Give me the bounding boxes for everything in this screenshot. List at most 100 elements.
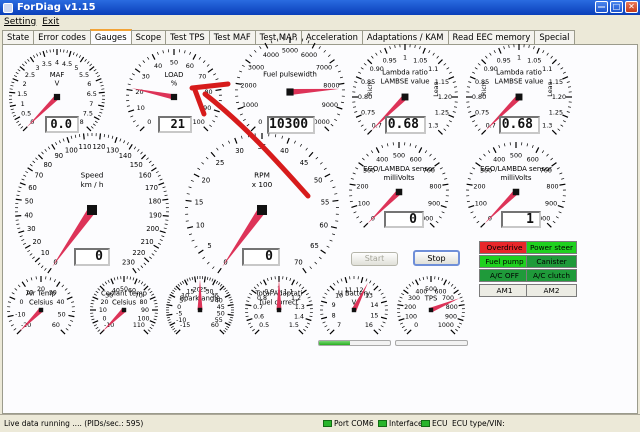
scale-label: 1000 xyxy=(438,322,454,329)
major-tick xyxy=(21,281,26,288)
title-bar: ForDiag v1.15 — □ ✕ xyxy=(0,0,640,15)
minor-tick xyxy=(555,216,559,219)
needle-hub xyxy=(170,93,178,101)
minor-tick xyxy=(433,157,436,161)
minor-tick xyxy=(441,277,444,282)
minor-tick xyxy=(27,58,30,62)
minor-tick xyxy=(107,134,110,138)
minor-tick xyxy=(18,186,22,189)
major-tick xyxy=(18,230,25,234)
minor-tick xyxy=(560,67,564,70)
minor-tick xyxy=(447,281,451,285)
major-tick xyxy=(344,277,348,284)
minor-tick xyxy=(483,153,486,157)
minor-tick xyxy=(566,81,570,83)
major-tick xyxy=(185,199,192,202)
major-tick xyxy=(149,296,156,300)
start-button[interactable]: Start xyxy=(351,252,398,266)
minor-tick xyxy=(29,253,33,256)
minor-tick xyxy=(162,186,166,189)
major-tick xyxy=(397,304,404,307)
major-tick xyxy=(184,279,188,286)
scale-label: 0.75 xyxy=(475,109,489,117)
scale-label: 90 xyxy=(141,307,149,314)
interface-label: Interface xyxy=(389,419,423,428)
minor-tick xyxy=(58,140,61,144)
minor-tick xyxy=(24,61,28,64)
ecu-type-label: ECU type/VIN: xyxy=(452,419,505,428)
minor-tick xyxy=(68,324,72,327)
minor-tick xyxy=(498,144,501,149)
minor-tick xyxy=(15,72,19,75)
minor-tick xyxy=(295,281,299,285)
ego-gauge-1-readout: 0 xyxy=(384,211,424,228)
menu-setting[interactable]: Setting xyxy=(4,17,36,27)
minor-tick xyxy=(151,293,155,296)
minimize-button[interactable]: — xyxy=(595,1,608,13)
scale-label: 55 xyxy=(321,198,330,206)
close-button[interactable]: ✕ xyxy=(625,1,638,13)
minor-tick xyxy=(270,276,273,280)
minor-tick xyxy=(249,293,253,296)
scale-label: 60 xyxy=(319,221,328,229)
minor-tick xyxy=(259,281,263,285)
interface-indicator: Interface xyxy=(378,419,423,428)
minor-tick xyxy=(256,283,260,287)
status-am1: AM1 xyxy=(479,284,530,297)
minor-tick xyxy=(113,277,116,281)
major-tick xyxy=(159,230,166,234)
scale-label: 400 xyxy=(493,155,505,163)
scale-label: 7.5 xyxy=(83,110,93,118)
scale-label: 7 xyxy=(337,322,341,329)
minor-tick xyxy=(411,281,415,285)
scale-label: 220 xyxy=(132,249,145,257)
minor-tick xyxy=(336,280,339,284)
minor-tick xyxy=(252,328,255,332)
minor-tick xyxy=(149,256,152,259)
minor-tick xyxy=(408,283,412,287)
major-tick xyxy=(210,151,216,158)
major-tick xyxy=(351,205,358,209)
major-tick xyxy=(373,285,379,291)
minor-tick xyxy=(46,50,48,54)
major-tick xyxy=(557,205,564,209)
scale-label: 4.5 xyxy=(62,60,72,68)
major-tick xyxy=(34,257,40,263)
minor-tick xyxy=(314,261,318,265)
major-tick xyxy=(330,226,337,229)
scale-label: 50 xyxy=(314,177,323,185)
minor-tick xyxy=(202,60,206,64)
major-tick xyxy=(151,167,157,172)
minor-tick xyxy=(13,328,17,331)
minor-tick xyxy=(399,296,403,299)
minor-tick xyxy=(93,324,97,327)
minor-tick xyxy=(453,286,457,290)
status-overdrive: Overdrive xyxy=(479,241,530,254)
minor-tick xyxy=(401,325,405,329)
scale-label: 2 xyxy=(23,80,27,88)
gauge-title: Celsius xyxy=(29,299,54,307)
minor-tick xyxy=(378,289,382,292)
stop-button[interactable]: Stop xyxy=(413,250,460,266)
minor-tick xyxy=(326,328,330,331)
menu-exit[interactable]: Exit xyxy=(42,17,59,27)
minor-tick xyxy=(140,151,143,155)
major-tick xyxy=(162,198,169,201)
scale-label: 4000 xyxy=(263,51,279,59)
gauge-title: milliVolts xyxy=(501,174,532,182)
scale-label: 30 xyxy=(142,73,150,81)
minor-tick xyxy=(12,114,17,117)
minor-tick xyxy=(93,293,97,296)
minor-tick xyxy=(337,113,341,116)
scale-label: 6 xyxy=(87,80,91,88)
minor-tick xyxy=(230,301,234,304)
scale-label: 900 xyxy=(445,314,457,321)
maximize-button[interactable]: □ xyxy=(610,1,623,13)
minor-tick xyxy=(23,242,27,245)
needle-hub xyxy=(121,307,127,313)
scale-label: 0.75 xyxy=(361,109,375,117)
minor-tick xyxy=(74,134,77,138)
ego-gauge-2-readout: 1 xyxy=(501,211,541,228)
major-tick xyxy=(19,66,25,71)
minor-tick xyxy=(305,325,309,329)
